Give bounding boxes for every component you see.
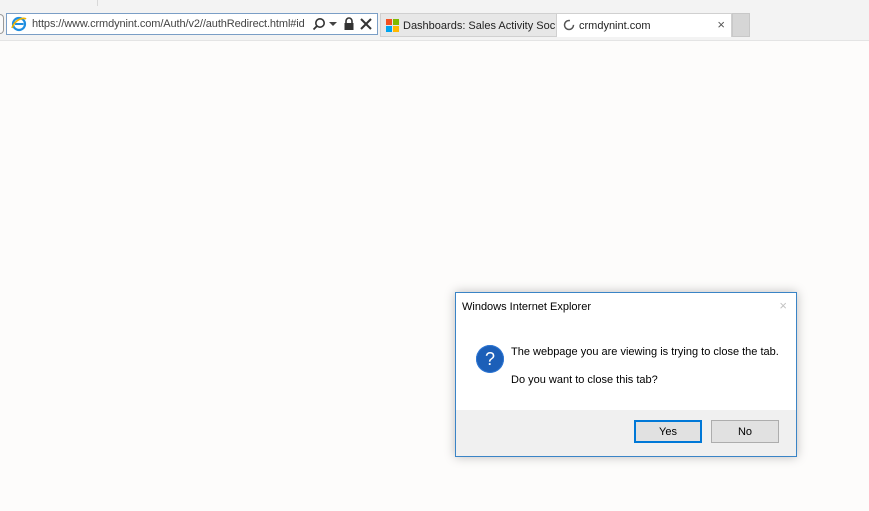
dialog-footer: Yes No: [456, 410, 796, 456]
close-tab-icon[interactable]: ×: [717, 18, 725, 32]
dialog-question: Do you want to close this tab?: [511, 374, 658, 386]
title-strip: [0, 0, 869, 10]
close-icon[interactable]: ×: [779, 298, 787, 313]
back-button-edge[interactable]: [0, 14, 4, 34]
loading-spinner-icon: [563, 19, 575, 31]
address-bar[interactable]: https://www.crmdynint.com/Auth/v2//authR…: [6, 13, 378, 35]
title-strip-separator: [97, 0, 98, 6]
search-icon[interactable]: [311, 15, 327, 33]
yes-button[interactable]: Yes: [634, 420, 702, 443]
question-icon: ?: [476, 345, 504, 373]
dynamics-favicon-icon: [386, 19, 399, 32]
address-url[interactable]: https://www.crmdynint.com/Auth/v2//authR…: [32, 17, 312, 31]
dialog-message: The webpage you are viewing is trying to…: [511, 346, 779, 358]
close-tab-dialog: Windows Internet Explorer × ? The webpag…: [455, 292, 797, 457]
tab-crmdynint[interactable]: crmdynint.com ×: [556, 13, 732, 37]
tab-dashboards[interactable]: Dashboards: Sales Activity Soci...: [380, 13, 557, 37]
dialog-title: Windows Internet Explorer: [462, 301, 591, 313]
stop-icon[interactable]: [359, 15, 373, 33]
lock-icon[interactable]: [342, 15, 356, 33]
tab-label: Dashboards: Sales Activity Soci...: [403, 20, 555, 32]
no-button[interactable]: No: [711, 420, 779, 443]
dropdown-arrow-icon[interactable]: [328, 15, 338, 33]
tab-label: crmdynint.com: [579, 20, 651, 32]
new-tab-button[interactable]: [732, 13, 750, 37]
ie-logo-icon: [11, 16, 27, 32]
